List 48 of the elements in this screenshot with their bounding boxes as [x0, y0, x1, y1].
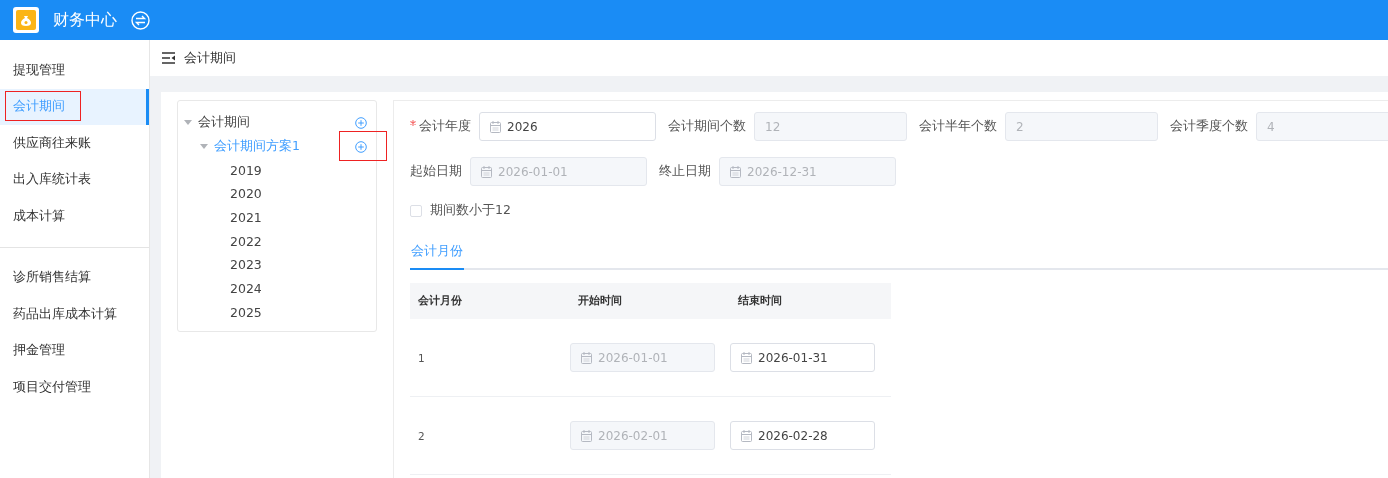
field-label: 会计年度 [419, 118, 471, 135]
menu-icon[interactable] [162, 52, 176, 64]
calendar-icon [730, 165, 741, 178]
sidebar-item[interactable]: 押金管理 [0, 332, 149, 369]
field-label: 终止日期 [659, 163, 711, 180]
calendar-icon [581, 429, 592, 442]
calendar-icon [741, 429, 752, 442]
add-icon[interactable] [355, 116, 367, 129]
tree-node[interactable]: 2024 [230, 281, 367, 297]
sidebar-item[interactable]: 供应商往来账 [0, 125, 149, 162]
field-label: 会计季度个数 [1170, 118, 1248, 135]
tree-node[interactable]: 会计期间 [198, 114, 355, 132]
money-bag-icon [13, 7, 39, 33]
input-field[interactable]: 2026 [479, 112, 656, 141]
caret-icon[interactable] [184, 119, 192, 126]
table-cell-text: 2 [417, 429, 426, 442]
date-field[interactable]: 2026-01-31 [730, 343, 875, 372]
tree-node[interactable]: 2021 [230, 210, 367, 226]
field-label: 起始日期 [410, 163, 462, 180]
field-label: 会计期间个数 [668, 118, 746, 135]
tree-node[interactable]: 2022 [230, 233, 367, 249]
app-title: 财务中心 [53, 9, 117, 31]
switch-icon[interactable] [131, 10, 150, 30]
date-field[interactable]: 2026-02-28 [730, 421, 875, 450]
checkbox-label: 期间数小于12 [430, 202, 511, 219]
sidebar-item[interactable]: 成本计算 [0, 198, 149, 235]
tree-node[interactable]: 2019 [230, 162, 367, 178]
field-label: 会计半年个数 [919, 118, 997, 135]
column-header: 开始时间 [577, 294, 623, 308]
column-header: 会计月份 [417, 294, 463, 308]
sidebar-item[interactable]: 出入库统计表 [0, 161, 149, 198]
caret-icon[interactable] [200, 143, 208, 150]
calendar-icon [481, 165, 492, 178]
page-title: 会计期间 [184, 49, 236, 67]
add-icon[interactable] [355, 140, 367, 153]
calendar-icon [741, 351, 752, 364]
calendar-icon [581, 351, 592, 364]
tree-node[interactable]: 2020 [230, 186, 367, 202]
sidebar-item[interactable]: 提现管理 [0, 52, 149, 89]
tree-node[interactable]: 2023 [230, 257, 367, 273]
tree-node[interactable]: 2025 [230, 304, 367, 320]
sidebar-item[interactable]: 诊所销售结算 [0, 259, 149, 296]
column-header: 结束时间 [737, 294, 783, 308]
calendar-icon [490, 120, 501, 133]
sidebar-item[interactable]: 项目交付管理 [0, 369, 149, 406]
sidebar-item[interactable]: 药品出库成本计算 [0, 296, 149, 333]
checkbox[interactable] [410, 204, 422, 217]
table-cell-text: 1 [417, 351, 426, 364]
